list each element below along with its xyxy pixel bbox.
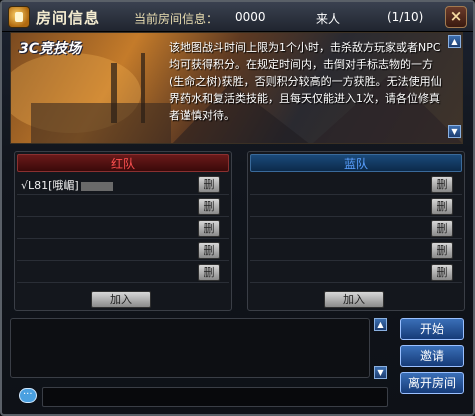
- blue-team-panel: 蓝队 删 删 删 删 删 加入: [247, 151, 465, 311]
- kick-button[interactable]: 删: [431, 198, 453, 215]
- team-slot[interactable]: 删: [17, 262, 229, 283]
- map-banner: 3C竞技场 该地图战斗时间上限为1个小时，击杀敌方玩家或者NPC均可获得积分。在…: [10, 32, 463, 144]
- kick-button[interactable]: 删: [198, 242, 220, 259]
- red-team-panel: 红队 √L81[哦嵋] 删 删 删 删 删 加入: [14, 151, 232, 311]
- start-button[interactable]: 开始: [400, 318, 464, 340]
- room-info-window: 房间信息 当前房间信息： 0000 来人 (1/10) × 3C竞技场 该地图战…: [0, 0, 475, 416]
- kick-button[interactable]: 删: [431, 176, 453, 193]
- map-description: 该地图战斗时间上限为1个小时，击杀敌方玩家或者NPC均可获得积分。在规定时间内，…: [169, 41, 442, 122]
- chat-input[interactable]: [42, 387, 388, 407]
- scroll-down-icon[interactable]: ▼: [374, 366, 387, 379]
- room-icon: [8, 6, 30, 28]
- invite-button[interactable]: 邀请: [400, 345, 464, 367]
- redacted-name-block: [80, 181, 113, 191]
- room-id: 0000: [235, 10, 266, 24]
- kick-button[interactable]: 删: [431, 264, 453, 281]
- player-count: (1/10): [387, 10, 424, 24]
- team-slot[interactable]: 删: [250, 174, 462, 195]
- player-name: √L81[哦嵋]: [21, 177, 113, 193]
- kick-button[interactable]: 删: [198, 220, 220, 237]
- team-slot[interactable]: 删: [250, 262, 462, 283]
- red-team-header: 红队: [17, 154, 229, 172]
- leave-room-button[interactable]: 离开房间: [400, 372, 464, 394]
- kick-button[interactable]: 删: [198, 198, 220, 215]
- team-slot[interactable]: 删: [17, 240, 229, 261]
- team-slot[interactable]: 删: [250, 218, 462, 239]
- team-slot[interactable]: √L81[哦嵋] 删: [17, 174, 229, 195]
- blue-team-header: 蓝队: [250, 154, 462, 172]
- team-slot[interactable]: 删: [250, 196, 462, 217]
- close-button[interactable]: ×: [445, 6, 467, 28]
- team-slot[interactable]: 删: [17, 218, 229, 239]
- title-bar: 房间信息 当前房间信息： 0000 来人 (1/10) ×: [2, 2, 473, 32]
- join-blue-button[interactable]: 加入: [324, 291, 384, 308]
- kick-button[interactable]: 删: [198, 264, 220, 281]
- scroll-down-icon[interactable]: ▼: [448, 125, 461, 138]
- join-red-button[interactable]: 加入: [91, 291, 151, 308]
- room-name: 来人: [316, 12, 341, 26]
- chat-log[interactable]: [10, 318, 370, 378]
- scroll-up-icon[interactable]: ▲: [448, 35, 461, 48]
- room-info-label: 当前房间信息：: [134, 12, 219, 26]
- chat-bubble-icon[interactable]: [19, 386, 37, 403]
- chat-scrollbar[interactable]: ▲ ▼: [374, 318, 388, 380]
- scroll-up-icon[interactable]: ▲: [374, 318, 387, 331]
- window-title: 房间信息: [36, 9, 101, 27]
- team-slot[interactable]: 删: [17, 196, 229, 217]
- arena-tag: 3C竞技场: [19, 41, 82, 57]
- kick-button[interactable]: 删: [431, 220, 453, 237]
- kick-button[interactable]: 删: [198, 176, 220, 193]
- team-slot[interactable]: 删: [250, 240, 462, 261]
- kick-button[interactable]: 删: [431, 242, 453, 259]
- banner-scrollbar[interactable]: ▲ ▼: [448, 35, 462, 141]
